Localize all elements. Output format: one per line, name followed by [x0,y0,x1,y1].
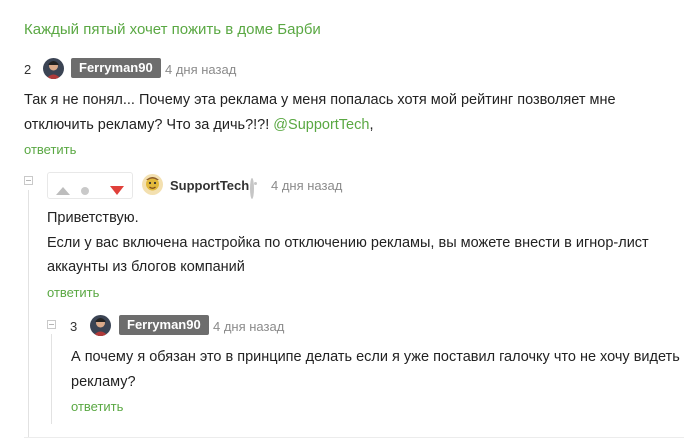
post-title-link[interactable]: Каждый пятый хочет пожить в доме Барби [24,21,321,38]
comment-text-line: аккаунты из блогов компаний [47,259,245,275]
comment-body: Приветствую. Если у вас включена настрой… [47,206,687,280]
comment-rating: 3 [70,319,78,334]
collapse-thread-button[interactable] [47,320,56,329]
dot-icon [81,182,89,200]
comment-timestamp[interactable]: 4 дня назад [165,62,236,77]
comment-text-fragment: отключить рекламу? Что за дичь?!?! [24,116,274,133]
comment-text-fragment: , [369,116,374,133]
collapse-thread-button[interactable] [24,176,33,185]
avatar[interactable] [142,174,163,195]
reply-button[interactable]: ответить [47,285,99,300]
thread-line[interactable] [28,190,29,437]
upvote-icon[interactable] [56,182,70,200]
divider [24,437,684,438]
comment-text-line: Если у вас включена настройка по отключе… [47,234,649,251]
comment-rating: 2 [24,62,32,77]
reply-button[interactable]: ответить [24,142,76,157]
reply-button[interactable]: ответить [71,399,123,414]
comment-text-line: отключить рекламу? Что за дичь?!?! @Supp… [24,113,684,138]
comment-text-line: Так я не понял... Почему эта реклама у м… [24,92,616,108]
comment-text-line: Приветствую. [47,210,139,226]
downvote-icon[interactable] [110,182,124,200]
comment-text-line: рекламу? [71,373,136,390]
author-username[interactable]: SupportTech [170,178,249,193]
comment-timestamp[interactable]: 4 дня назад [213,319,284,334]
comment-text-line: А почему я обязан это в принципе делать … [71,349,680,365]
comment-body: Так я не понял... Почему эта реклама у м… [24,88,684,137]
user-mention-link[interactable]: @SupportTech [273,117,369,133]
thread-line[interactable] [51,334,52,424]
avatar[interactable] [90,315,111,336]
author-username[interactable]: Ferryman90 [119,315,209,335]
comment-timestamp[interactable]: 4 дня назад [271,178,342,193]
avatar[interactable] [43,58,64,79]
corporate-badge-icon [250,178,254,199]
author-username[interactable]: Ferryman90 [71,58,161,78]
vote-controls [47,172,133,199]
comment-body: А почему я обязан это в принципе делать … [71,345,686,394]
